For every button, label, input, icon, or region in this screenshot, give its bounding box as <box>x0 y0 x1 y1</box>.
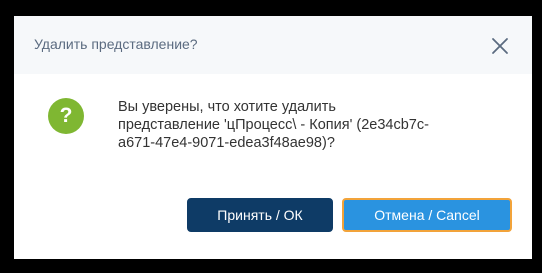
ok-button[interactable]: Принять / ОК <box>187 198 333 232</box>
question-icon: ? <box>48 98 84 134</box>
close-icon[interactable] <box>488 34 512 58</box>
dialog-title: Удалить представление? <box>34 36 198 52</box>
dialog-message: Вы уверены, что хотите удалить представл… <box>118 98 508 152</box>
message-line: представление 'цПроцесс\ - Копия' (2e34c… <box>118 117 429 133</box>
cancel-button[interactable]: Отмена / Cancel <box>342 198 512 232</box>
message-line: Вы уверены, что хотите удалить <box>118 99 336 115</box>
dialog-header: Удалить представление? <box>14 16 532 74</box>
message-line: a671-47e4-9071-edea3f48ae98)? <box>118 135 335 151</box>
delete-view-dialog: Удалить представление? ? Вы уверены, что… <box>14 16 532 259</box>
